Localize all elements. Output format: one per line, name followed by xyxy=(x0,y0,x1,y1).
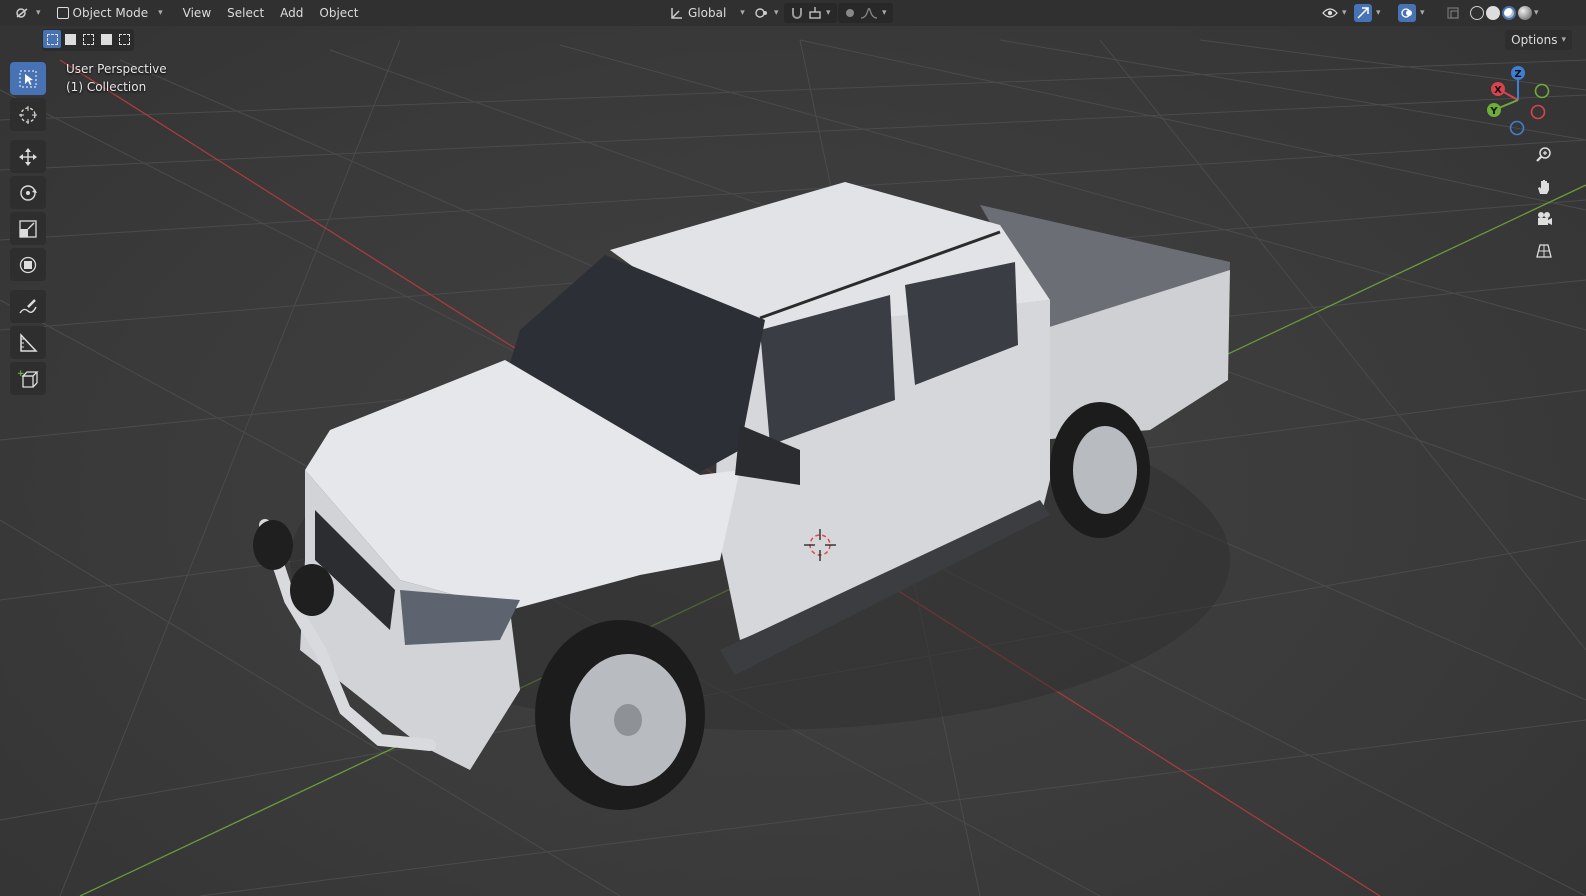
navigation-gizmo[interactable]: Z X Y xyxy=(1486,62,1556,138)
eye-icon xyxy=(1322,8,1338,18)
xray-icon xyxy=(1447,7,1459,19)
chevron-down-icon: ▾ xyxy=(826,8,831,18)
rotate-icon xyxy=(20,184,37,201)
zoom-button[interactable] xyxy=(1531,142,1557,168)
editor-type-icon xyxy=(16,8,28,18)
view-name: User Perspective xyxy=(66,62,167,76)
gizmo-x-label: X xyxy=(1494,85,1502,96)
menu-view[interactable]: View xyxy=(175,3,219,23)
scale-icon xyxy=(19,219,37,238)
chevron-down-icon: ▾ xyxy=(1376,8,1381,18)
select-invert-icon[interactable] xyxy=(97,30,115,48)
grid-view-icon xyxy=(1536,244,1552,258)
navigation-buttons xyxy=(1531,142,1561,264)
tool-transform[interactable] xyxy=(10,248,46,281)
tool-annotate[interactable] xyxy=(10,290,46,323)
move-icon xyxy=(19,147,37,166)
tool-shelf: + xyxy=(10,62,48,398)
overlays-toggle[interactable]: ▾ xyxy=(1392,3,1431,23)
chevron-down-icon: ▾ xyxy=(1420,8,1425,18)
menu-object[interactable]: Object xyxy=(311,3,366,23)
camera-view-button[interactable] xyxy=(1531,206,1557,232)
select-new-icon[interactable] xyxy=(43,30,61,48)
material-preview-shading-icon[interactable] xyxy=(1502,6,1516,20)
tool-move[interactable] xyxy=(10,140,46,173)
cursor-icon xyxy=(19,105,37,124)
select-extend-icon[interactable] xyxy=(61,30,79,48)
snap-target-icon xyxy=(809,7,821,19)
mode-dropdown[interactable]: Object Mode ▾ xyxy=(51,3,169,23)
camera-icon xyxy=(1538,212,1552,225)
chevron-down-icon: ▾ xyxy=(158,8,163,18)
chevron-down-icon[interactable]: ▾ xyxy=(1534,8,1539,18)
tool-add-cube[interactable]: + xyxy=(10,362,46,395)
transform-icon xyxy=(19,256,37,273)
ortho-toggle-button[interactable] xyxy=(1531,238,1557,264)
menu-select[interactable]: Select xyxy=(219,3,272,23)
annotate-icon xyxy=(19,298,37,313)
chevron-down-icon: ▾ xyxy=(1342,8,1347,18)
transform-orientation-dropdown[interactable]: Global ▾ xyxy=(664,3,751,23)
gizmo-toggle[interactable]: ▾ xyxy=(1348,3,1387,23)
menu-add[interactable]: Add xyxy=(272,3,311,23)
rendered-shading-icon[interactable] xyxy=(1518,6,1532,20)
options-label: Options xyxy=(1511,33,1558,47)
chevron-down-icon: ▾ xyxy=(774,8,779,18)
chevron-down-icon: ▾ xyxy=(1561,35,1566,45)
chevron-down-icon: ▾ xyxy=(882,8,887,18)
chevron-down-icon: ▾ xyxy=(740,8,745,18)
collection-name: (1) Collection xyxy=(66,80,147,94)
proportional-editing-toggle[interactable]: ▾ xyxy=(838,3,893,23)
snap-toggle[interactable]: ▾ xyxy=(784,3,837,23)
proportional-editing-icon xyxy=(846,9,854,17)
svg-text:+: + xyxy=(17,369,25,379)
pickup-truck-model xyxy=(253,182,1230,810)
tool-measure[interactable] xyxy=(10,326,46,359)
tool-cursor[interactable] xyxy=(10,98,46,131)
3d-viewport[interactable] xyxy=(0,0,1586,896)
measure-icon xyxy=(20,332,38,352)
zoom-icon xyxy=(1536,147,1551,162)
viewport-header: ▾ Object Mode ▾ View Select Add Object G… xyxy=(0,0,1586,26)
xray-toggle[interactable] xyxy=(1440,3,1466,23)
select-subtract-icon[interactable] xyxy=(79,30,97,48)
orientation-label: Global xyxy=(688,6,727,20)
select-intersect-icon[interactable] xyxy=(115,30,133,48)
viewport-info: User Perspective (1) Collection xyxy=(66,60,167,96)
selection-mode-group xyxy=(42,29,134,51)
gizmo-neg-x-axis[interactable] xyxy=(1530,104,1546,120)
gizmo-z-label: Z xyxy=(1514,69,1521,80)
object-mode-icon xyxy=(56,7,69,19)
add-cube-icon: + xyxy=(17,369,39,388)
options-dropdown[interactable]: Options ▾ xyxy=(1505,30,1572,50)
falloff-curve-icon xyxy=(860,7,878,19)
tool-scale[interactable] xyxy=(10,212,46,245)
pan-hand-icon xyxy=(1538,180,1549,194)
tool-rotate[interactable] xyxy=(10,176,46,209)
gizmo-y-label: Y xyxy=(1489,106,1498,117)
pan-button[interactable] xyxy=(1531,174,1557,200)
shading-modes: ▾ xyxy=(1464,3,1545,23)
pivot-icon xyxy=(755,8,767,18)
scene-grid xyxy=(0,39,1586,896)
gizmo-neg-y-axis[interactable] xyxy=(1534,83,1550,99)
editor-type-button[interactable]: ▾ xyxy=(8,3,47,23)
solid-shading-icon[interactable] xyxy=(1486,6,1500,20)
mode-label: Object Mode xyxy=(72,6,149,20)
gizmo-icon xyxy=(1354,4,1372,22)
magnet-icon xyxy=(792,8,802,19)
orientation-icon xyxy=(671,8,682,19)
pivot-point-dropdown[interactable]: ▾ xyxy=(748,3,785,23)
tool-select-box[interactable] xyxy=(10,62,46,95)
select-box-icon xyxy=(19,70,37,87)
gizmo-neg-z-axis[interactable] xyxy=(1509,120,1525,136)
chevron-down-icon: ▾ xyxy=(36,8,41,18)
overlays-icon xyxy=(1398,4,1416,22)
wireframe-shading-icon[interactable] xyxy=(1470,6,1484,20)
